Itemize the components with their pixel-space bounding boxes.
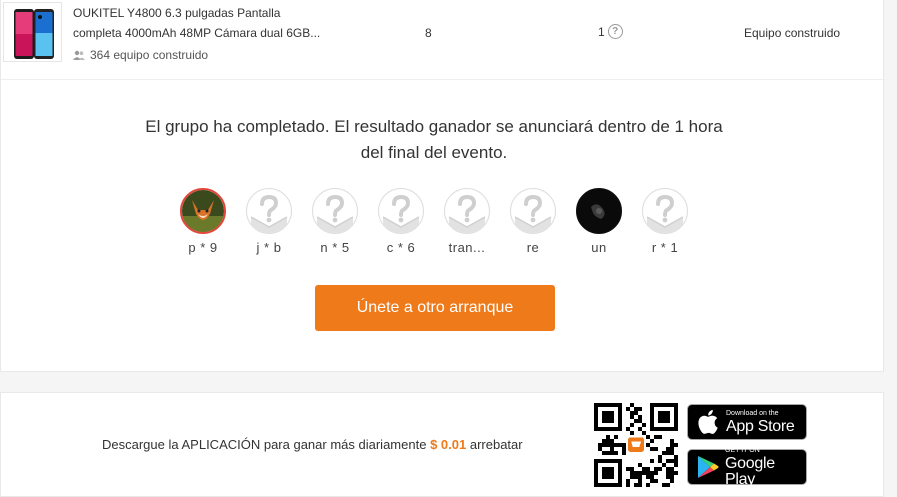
owner-avatar: [180, 188, 226, 234]
download-price: $ 0.01: [430, 437, 467, 452]
status-text: Equipo construido: [744, 26, 841, 40]
member-avatar-item: tran...: [443, 188, 491, 255]
quantity-cell: 1 ?: [598, 24, 623, 39]
download-text-after: arrebatar: [469, 437, 523, 452]
member-avatar-item: r * 1: [641, 188, 689, 255]
member-name: un: [591, 240, 607, 255]
placeholder-avatar-icon: [246, 188, 292, 234]
member-avatar-item: c * 6: [377, 188, 425, 255]
member-name: r * 1: [651, 240, 679, 255]
join-another-button[interactable]: Únete a otro arranque: [315, 285, 555, 331]
built-count: 364 equipo construido: [73, 48, 208, 62]
download-text-before: Descargue la APLICACIÓN para ganar más d…: [102, 437, 427, 452]
placeholder-avatar-icon: [510, 188, 556, 234]
app-download-banner: Descargue la APLICACIÓN para ganar más d…: [0, 392, 884, 497]
member-avatar-item: n * 5: [311, 188, 359, 255]
member-name: c * 6: [386, 240, 416, 255]
people-icon: [73, 50, 85, 60]
google-play-button[interactable]: GET IT ON Google Play: [687, 446, 807, 488]
member-avatar-item: un: [575, 188, 623, 255]
member-avatar-item: j * b: [245, 188, 293, 255]
product-thumbnail[interactable]: [3, 2, 62, 62]
download-text: Descargue la APLICACIÓN para ganar más d…: [102, 437, 523, 452]
product-title[interactable]: OUKITEL Y4800 6.3 pulgadas Pantalla comp…: [73, 3, 343, 43]
placeholder-avatar-icon: [312, 188, 358, 234]
quantity-value: 1: [598, 24, 605, 39]
built-count-label: 364 equipo construido: [90, 48, 209, 62]
product-title-line2[interactable]: completa 4000mAh 48MP Cámara dual 6GB...: [73, 23, 343, 43]
product-title-line1[interactable]: OUKITEL Y4800 6.3 pulgadas Pantalla: [73, 3, 343, 23]
member-avatars: p * 9 j * b n * 5 c * 6 tran... re un r * 1: [179, 188, 699, 258]
placeholder-avatar-icon: [642, 188, 688, 234]
placeholder-avatar-icon: [378, 188, 424, 234]
google-play-small-label: GET IT ON: [725, 446, 760, 454]
member-name: j * b: [256, 240, 282, 255]
help-icon[interactable]: ?: [607, 24, 623, 39]
app-store-button[interactable]: Download on the App Store: [687, 404, 807, 440]
app-store-label: App Store: [726, 417, 795, 435]
qr-code: [594, 403, 678, 487]
member-name: re: [526, 240, 540, 255]
member-name: p * 9: [188, 240, 218, 255]
member-name: n * 5: [320, 240, 350, 255]
group-card: OUKITEL Y4800 6.3 pulgadas Pantalla comp…: [0, 0, 885, 372]
member-avatar-item: p * 9: [179, 188, 227, 255]
google-play-icon: [694, 453, 721, 481]
apple-icon: [694, 408, 722, 436]
product-row: OUKITEL Y4800 6.3 pulgadas Pantalla comp…: [1, 0, 885, 80]
group-complete-message: El grupo ha completado. El resultado gan…: [145, 117, 723, 162]
google-play-label: Google Play: [725, 454, 775, 488]
participants-count: 8: [425, 26, 432, 40]
app-store-small-label: Download on the: [726, 409, 779, 417]
member-name: tran...: [448, 240, 486, 255]
member-photo-avatar: [576, 188, 622, 234]
placeholder-avatar-icon: [444, 188, 490, 234]
member-avatar-item: re: [509, 188, 557, 255]
